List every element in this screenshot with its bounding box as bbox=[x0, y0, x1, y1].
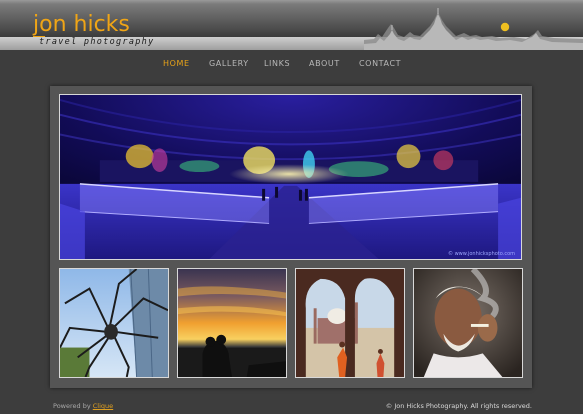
hero-photo[interactable]: © www.jonhicksphoto.com bbox=[59, 94, 522, 260]
clique-link[interactable]: Clique bbox=[93, 402, 113, 410]
thumbnail-mosque[interactable] bbox=[295, 268, 405, 378]
sunset-couple-image bbox=[178, 269, 286, 377]
nav-about[interactable]: ABOUT bbox=[309, 58, 359, 70]
temple-skyline-icon bbox=[364, 8, 583, 50]
main-nav: HOME GALLERY LINKS ABOUT CONTACT bbox=[163, 58, 409, 70]
powered-by: Powered by Clique bbox=[53, 402, 113, 411]
old-man-smoking-image bbox=[414, 269, 522, 377]
hero-panorama-image bbox=[60, 95, 521, 259]
thumbnail-smoker[interactable] bbox=[413, 268, 523, 378]
mosque-arches-image bbox=[296, 269, 404, 377]
powered-prefix: Powered by bbox=[53, 402, 91, 410]
site-header: jon hicks travel photography bbox=[0, 0, 583, 50]
nav-contact[interactable]: CONTACT bbox=[359, 58, 409, 70]
copyright: © Jon Hicks Photography. All rights rese… bbox=[385, 402, 532, 410]
logo-tagline: travel photography bbox=[39, 37, 155, 47]
hero-watermark: © www.jonhicksphoto.com bbox=[447, 251, 515, 257]
nav-gallery[interactable]: GALLERY bbox=[209, 58, 264, 70]
nav-links[interactable]: LINKS bbox=[264, 58, 309, 70]
sun-icon bbox=[500, 22, 510, 32]
thumbnail-sunset[interactable] bbox=[177, 268, 287, 378]
nav-home[interactable]: HOME bbox=[163, 58, 209, 70]
thumbnail-spider[interactable] bbox=[59, 268, 169, 378]
logo-name[interactable]: jon hicks bbox=[33, 13, 130, 37]
spider-sculpture-image bbox=[60, 269, 168, 377]
